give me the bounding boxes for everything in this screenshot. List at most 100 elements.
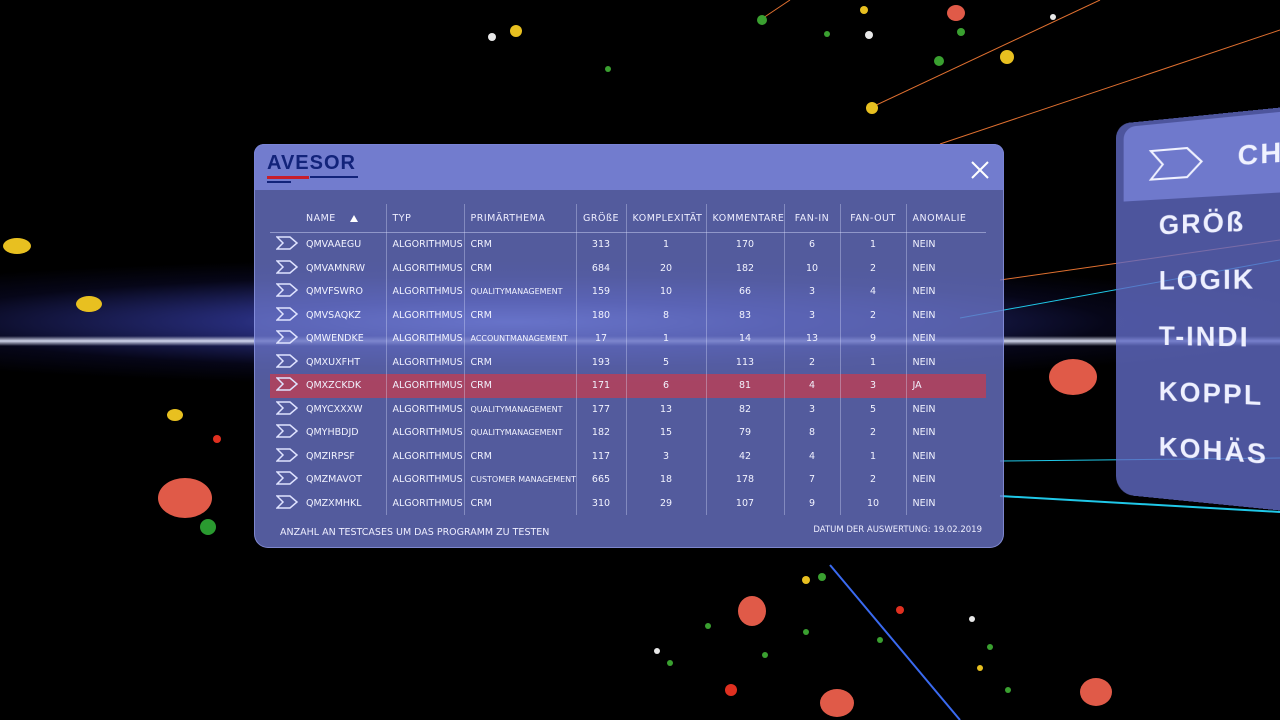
- chevron-right-icon[interactable]: [1149, 142, 1206, 184]
- cell-anomalie: NEIN: [912, 333, 936, 345]
- row-expand-button[interactable]: [270, 468, 300, 492]
- table-row[interactable]: QMXUXFHT ALGORITHMUS CRM 193 5 113 2 1 NEIN: [270, 350, 986, 375]
- row-expand-button[interactable]: [270, 374, 300, 398]
- cell-kommentare: 14: [706, 327, 785, 351]
- row-expand-button[interactable]: [270, 304, 300, 328]
- row-expand-button[interactable]: [270, 421, 300, 445]
- cell-groesse: 684: [576, 256, 627, 280]
- cell-name: QMVAAEGU: [300, 232, 387, 257]
- row-expand-button[interactable]: [270, 445, 300, 469]
- cell-groesse: 117: [576, 444, 627, 468]
- table-row[interactable]: QMYCXXXW ALGORITHMUS QUALITYMANAGEMENT 177 1…: [270, 397, 986, 422]
- cell-fanout: 4: [840, 280, 907, 304]
- cell-name: QMVSAQKZ: [300, 303, 387, 327]
- table-row[interactable]: QMVAAEGU ALGORITHMUS CRM 313 1 170 6 1 NEIN: [270, 232, 986, 257]
- side-menu-item[interactable]: LOGIK: [1159, 263, 1256, 297]
- cell-name: QMYCXXXW: [300, 397, 387, 421]
- table-row[interactable]: QMWENDKE ALGORITHMUS ACCOUNTMANAGEMENT 17 1 1…: [270, 327, 986, 351]
- side-menu-item[interactable]: GRÖß: [1159, 205, 1246, 241]
- row-expand-button[interactable]: [270, 398, 300, 422]
- cell-fanin: 3: [784, 303, 841, 327]
- cell-thema: ACCOUNTMANAGEMENT: [464, 327, 577, 351]
- cell-fanout: 3: [840, 374, 907, 398]
- cell-typ: ALGORITHMUS: [386, 397, 465, 421]
- row-expand-button[interactable]: [270, 280, 300, 304]
- table-row[interactable]: QMYHBDJD ALGORITHMUS QUALITYMANAGEMENT 182 1…: [270, 421, 986, 445]
- cell-groesse: 159: [576, 280, 627, 304]
- cell-groesse: 665: [576, 468, 627, 492]
- side-menu-item[interactable]: KOPPL: [1159, 376, 1264, 413]
- cell-name: QMXZCKDK: [300, 374, 387, 398]
- row-expand-button[interactable]: [270, 257, 300, 281]
- node: [820, 689, 854, 717]
- node: [510, 25, 522, 37]
- chevron-right-icon: [275, 354, 299, 368]
- column-header-fanout[interactable]: FAN-OUT: [840, 204, 907, 233]
- cell-kommentare: 178: [706, 468, 785, 492]
- cell-kommentare: 42: [706, 444, 785, 468]
- cell-anomalie: JA: [906, 374, 986, 398]
- node: [667, 660, 673, 666]
- logo-underline: [310, 176, 358, 178]
- cell-fanout: 2: [840, 421, 907, 445]
- table-row[interactable]: QMVSAQKZ ALGORITHMUS CRM 180 8 83 3 2 NEIN: [270, 303, 986, 328]
- node: [865, 31, 873, 39]
- side-menu-item[interactable]: T-INDI: [1159, 320, 1250, 354]
- node: [1000, 50, 1014, 64]
- cell-typ: ALGORITHMUS: [386, 421, 465, 445]
- cell-komplexitaet: 29: [626, 491, 707, 515]
- cell-typ: ALGORITHMUS: [386, 350, 465, 374]
- table-row[interactable]: QMZXMHKL ALGORITHMUS CRM 310 29 107 9 10 NEIN: [270, 491, 986, 516]
- table-row[interactable]: QMVAMNRW ALGORITHMUS CRM 684 20 182 10 2 NEIN: [270, 256, 986, 281]
- node: [969, 616, 975, 622]
- cell-groesse: 310: [576, 491, 627, 515]
- table-row[interactable]: QMZIRPSF ALGORITHMUS CRM 117 3 42 4 1 NEIN: [270, 444, 986, 469]
- cell-thema: CUSTOMER MANAGEMENT: [464, 468, 577, 492]
- cell-fanin: 8: [784, 421, 841, 445]
- icon-column-header: [270, 204, 300, 233]
- column-header-thema[interactable]: PRIMÄRTHEMA: [464, 204, 577, 233]
- row-expand-button[interactable]: [270, 351, 300, 375]
- cell-kommentare: 79: [706, 421, 785, 445]
- cell-groesse: 313: [576, 232, 627, 257]
- cell-komplexitaet: 20: [626, 256, 707, 280]
- footer-caption: ANZAHL AN TESTCASES UM DAS PROGRAMM ZU T…: [280, 527, 550, 538]
- cell-groesse: 182: [576, 421, 627, 445]
- row-expand-button[interactable]: [270, 492, 300, 516]
- column-header-typ[interactable]: TYP: [386, 204, 465, 233]
- cell-anomalie: NEIN: [912, 403, 936, 415]
- cell-fanout: 1: [840, 444, 907, 468]
- column-header-name[interactable]: NAME: [300, 204, 387, 233]
- cell-typ: ALGORITHMUS: [386, 468, 465, 492]
- cell-anomalie: NEIN: [912, 497, 936, 509]
- cell-anomalie: NEIN: [912, 356, 936, 368]
- close-button[interactable]: [968, 158, 992, 182]
- cell-kommentare: 81: [706, 374, 785, 398]
- cell-komplexitaet: 15: [626, 421, 707, 445]
- node: [725, 684, 737, 696]
- cell-typ: ALGORITHMUS: [386, 491, 465, 515]
- cell-fanout: 9: [840, 327, 907, 351]
- column-header-kommentare[interactable]: KOMMENTARE: [706, 204, 785, 233]
- table-row[interactable]: QMXZCKDK ALGORITHMUS CRM 171 6 81 4 3 JA: [270, 374, 986, 398]
- column-header-fanin[interactable]: FAN-IN: [784, 204, 841, 233]
- row-expand-button[interactable]: [270, 233, 300, 257]
- cell-typ: ALGORITHMUS: [386, 327, 465, 351]
- cell-groesse: 193: [576, 350, 627, 374]
- cell-name: QMZIRPSF: [300, 444, 387, 468]
- row-expand-button[interactable]: [270, 327, 300, 351]
- column-header-anomalie[interactable]: ANOMALIE: [906, 204, 986, 233]
- node: [877, 637, 883, 643]
- cell-thema: CRM: [464, 374, 577, 398]
- cell-thema: CRM: [464, 256, 577, 280]
- table-row[interactable]: QMVFSWRO ALGORITHMUS QUALITYMANAGEMENT 159 1…: [270, 280, 986, 304]
- column-header-groesse[interactable]: GRÖßE: [576, 204, 627, 233]
- chevron-right-icon: [275, 307, 299, 321]
- evaluation-date: DATUM DER AUSWERTUNG: 19.02.2019: [813, 525, 982, 535]
- cell-anomalie: NEIN: [912, 239, 936, 251]
- table-row[interactable]: QMZMAVOT ALGORITHMUS CUSTOMER MANAGEMENT 66…: [270, 468, 986, 492]
- column-header-komplexitaet[interactable]: KOMPLEXITÄT: [626, 204, 707, 233]
- data-panel: AVESOR NAME TYP PRIMÄRTHEMA GRÖßE KOMPLE…: [254, 144, 1004, 548]
- side-menu-item[interactable]: KOHÄS: [1159, 431, 1268, 472]
- table-header-row: NAME TYP PRIMÄRTHEMA GRÖßE KOMPLEXITÄT K…: [270, 204, 986, 233]
